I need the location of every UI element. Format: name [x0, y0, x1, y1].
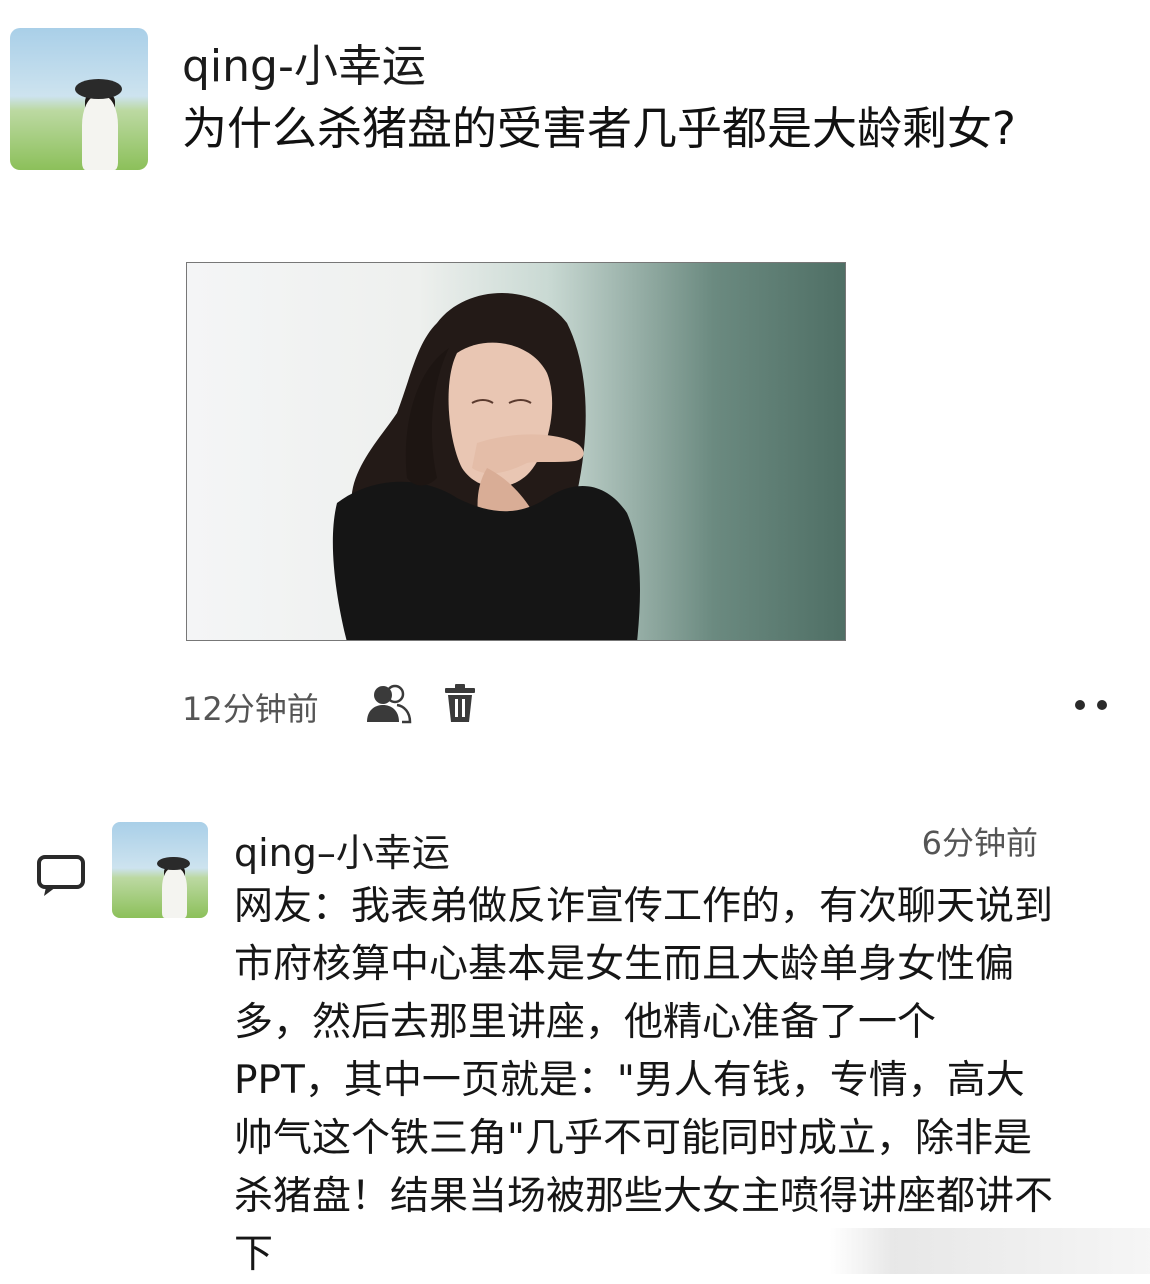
post-text: 为什么杀猪盘的受害者几乎都是大龄剩女? [182, 102, 1016, 155]
post-photo[interactable] [186, 262, 846, 641]
avatar-figure-hat [74, 79, 122, 99]
people-icon[interactable] [364, 682, 412, 726]
comment-bubble-icon [37, 855, 85, 896]
comment-time: 6分钟前 [921, 824, 1038, 862]
post-time: 12分钟前 [182, 690, 319, 728]
commenter-avatar[interactable] [112, 822, 208, 918]
author-name[interactable]: qing-小幸运 [182, 30, 426, 94]
commenter-name[interactable]: qing–小幸运 [234, 822, 450, 877]
post-meta-row: 12分钟前 [182, 680, 1112, 730]
avatar-figure [161, 868, 187, 918]
crying-woman-illustration [332, 293, 640, 640]
avatar-figure-hat [157, 856, 190, 870]
comment-item: qing–小幸运 6分钟前 网友：我表弟做反诈宣传工作的，有次聊天说到市府核算中… [0, 800, 1150, 1280]
comment-text: 网友：我表弟做反诈宣传工作的，有次聊天说到市府核算中心基本是女生而且大龄单身女性… [234, 884, 1054, 1277]
moment-post: qing-小幸运 为什么杀猪盘的受害者几乎都是大龄剩女? 12分钟前 [0, 0, 1150, 760]
watermark-overlay [830, 1228, 1150, 1274]
more-dots-icon[interactable] [1072, 698, 1112, 712]
avatar-figure [81, 96, 118, 170]
author-avatar[interactable] [10, 28, 148, 170]
trash-icon[interactable] [444, 684, 476, 724]
